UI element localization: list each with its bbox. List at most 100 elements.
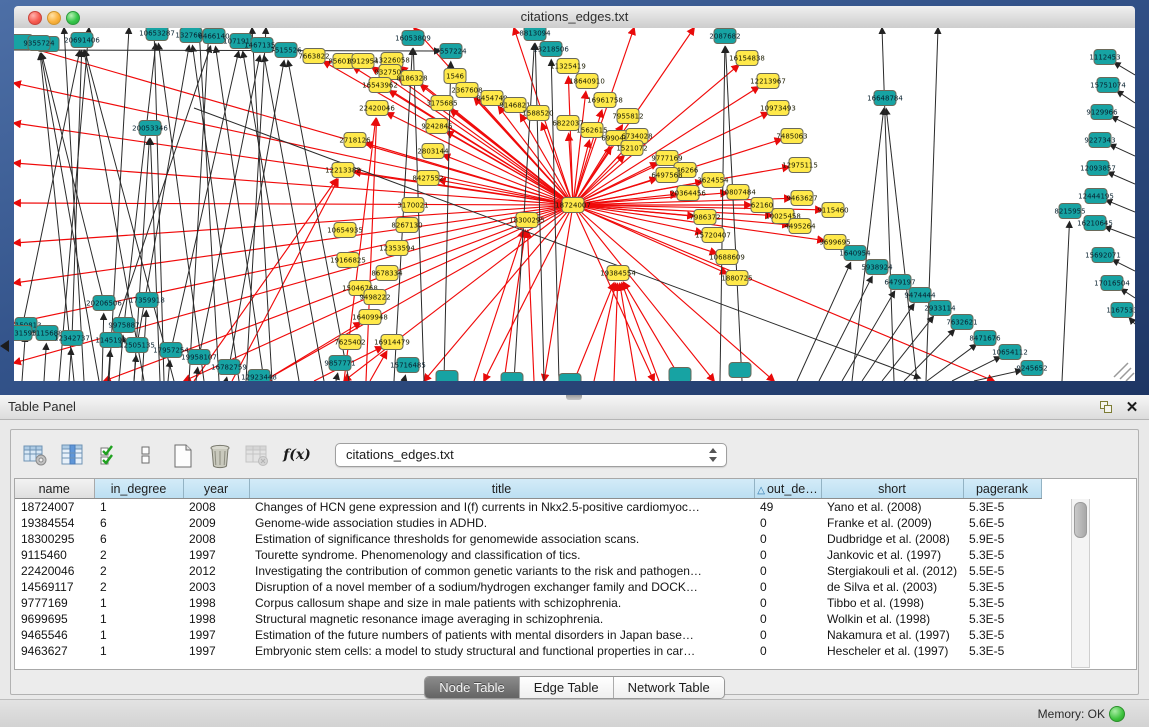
column-header-name[interactable]: name: [15, 479, 94, 499]
clear-selection-button[interactable]: [132, 442, 160, 468]
new-table-button[interactable]: [169, 442, 197, 468]
table-row[interactable]: 977716911998Corpus callosum shape and si…: [15, 595, 1041, 611]
graph-node[interactable]: 13218506: [533, 42, 569, 57]
column-header-year[interactable]: year: [183, 479, 249, 499]
graph-node[interactable]: 16154838: [729, 51, 765, 66]
graph-node[interactable]: 8215955: [1054, 204, 1085, 219]
graph-node[interactable]: 20364456: [670, 186, 706, 201]
memory-status-label[interactable]: Memory: OK: [1038, 707, 1105, 721]
table-vertical-scrollbar[interactable]: [1071, 499, 1090, 668]
graph-node[interactable]: 10688609: [709, 250, 745, 265]
graph-node[interactable]: 16961758: [587, 93, 623, 108]
function-builder-button[interactable]: f(x): [280, 442, 314, 468]
graph-node[interactable]: 9129966: [1086, 105, 1118, 120]
table-selector-dropdown[interactable]: citations_edges.txt: [335, 443, 727, 467]
table-settings-button[interactable]: [21, 442, 49, 468]
graph-node[interactable]: 3175685: [426, 96, 457, 111]
graph-node[interactable]: 6497568: [651, 168, 682, 183]
delete-column-button[interactable]: [243, 442, 271, 468]
graph-node[interactable]: 1588520: [522, 106, 553, 121]
graph-node[interactable]: 7625402: [334, 335, 365, 350]
graph-node[interactable]: 12213967: [750, 74, 786, 89]
resize-grip-icon[interactable]: [1114, 363, 1134, 381]
graph-node[interactable]: 19384554: [600, 266, 636, 281]
table-row[interactable]: 1938455462009Genome-wide association stu…: [15, 515, 1041, 531]
graph-node[interactable]: 12975115: [782, 158, 818, 173]
graph-node[interactable]: 8471676: [969, 331, 1001, 346]
graph-node[interactable]: 6822037: [552, 116, 583, 131]
graph-node[interactable]: [559, 374, 581, 382]
graph-node[interactable]: 16210645: [1077, 216, 1113, 231]
graph-node[interactable]: 9245652: [1016, 361, 1047, 376]
graph-node[interactable]: 7515526: [270, 43, 302, 58]
graph-node[interactable]: 9498222: [359, 290, 390, 305]
graph-node[interactable]: 9463627: [786, 191, 817, 206]
network-graph-canvas[interactable]: 9355724206914061065328713276026466140107…: [14, 28, 1135, 381]
close-panel-button[interactable]: ✕: [1123, 398, 1141, 416]
panel-collapse-arrow-icon[interactable]: [0, 340, 9, 352]
graph-node[interactable]: [669, 368, 691, 382]
graph-node[interactable]: 1546: [444, 69, 466, 84]
table-row[interactable]: 1456911722003Disruption of a novel membe…: [15, 579, 1041, 595]
graph-node[interactable]: 17016504: [1094, 276, 1130, 291]
graph-node[interactable]: 15720407: [695, 228, 731, 243]
column-header-title[interactable]: title: [249, 479, 754, 499]
graph-node[interactable]: 10807484: [720, 185, 756, 200]
graph-node[interactable]: 2803144: [417, 144, 449, 159]
graph-node[interactable]: 1880725: [721, 271, 752, 286]
tab-node-table[interactable]: Node Table: [425, 677, 520, 698]
graph-node[interactable]: 16914479: [374, 335, 410, 350]
graph-node[interactable]: 7986372: [689, 210, 720, 225]
graph-node[interactable]: 22420046: [359, 101, 395, 116]
tab-network-table[interactable]: Network Table: [614, 677, 724, 698]
column-visibility-button[interactable]: [58, 442, 86, 468]
graph-node[interactable]: 3624554: [697, 173, 729, 188]
graph-node[interactable]: 1640954: [839, 246, 871, 261]
graph-node[interactable]: 8427552: [412, 171, 443, 186]
graph-node[interactable]: 2933114: [924, 301, 956, 316]
graph-node[interactable]: 16648784: [867, 91, 903, 106]
graph-node[interactable]: 16782759: [211, 360, 247, 375]
graph-node[interactable]: 9242845: [421, 119, 452, 134]
table-row[interactable]: 969969511998Structural magnetic resonanc…: [15, 611, 1041, 627]
graph-node[interactable]: 7663822: [298, 49, 329, 64]
graph-node[interactable]: [501, 373, 523, 382]
graph-node[interactable]: 62160: [751, 198, 773, 213]
select-rows-button[interactable]: [95, 442, 123, 468]
graph-node[interactable]: 4495264: [784, 219, 816, 234]
table-row[interactable]: 946554611997Estimation of the future num…: [15, 627, 1041, 643]
column-header-pagerank[interactable]: pagerank: [963, 479, 1041, 499]
graph-node[interactable]: 7485063: [776, 129, 807, 144]
graph-node[interactable]: 3170021: [397, 198, 428, 213]
graph-node[interactable]: 5938924: [861, 260, 893, 275]
graph-node[interactable]: 1167533: [1106, 303, 1135, 318]
graph-node[interactable]: 10654112: [992, 345, 1028, 360]
graph-node[interactable]: [729, 363, 751, 378]
graph-node[interactable]: 1112453: [1089, 50, 1120, 65]
graph-node[interactable]: 20053346: [132, 121, 168, 136]
window-titlebar[interactable]: citations_edges.txt: [14, 6, 1135, 29]
graph-node[interactable]: 17359918: [129, 293, 165, 308]
graph-node[interactable]: 10973493: [760, 101, 796, 116]
graph-node[interactable]: 8186328: [396, 71, 427, 86]
graph-node[interactable]: 7632621: [946, 315, 977, 330]
graph-node[interactable]: [436, 371, 458, 382]
graph-node[interactable]: 15692071: [1085, 248, 1121, 263]
graph-node[interactable]: 20206506: [86, 296, 122, 311]
graph-node[interactable]: 8813094: [519, 28, 551, 41]
table-row[interactable]: 1872400712008Changes of HCN gene express…: [15, 499, 1041, 516]
column-header-in_degree[interactable]: in_degree: [94, 479, 183, 499]
graph-node[interactable]: 16053809: [395, 31, 431, 46]
graph-node[interactable]: 9115460: [817, 203, 848, 218]
graph-node[interactable]: 12353594: [379, 241, 415, 256]
column-header-short[interactable]: short: [821, 479, 963, 499]
splitter-handle[interactable]: [566, 395, 582, 400]
table-row[interactable]: 911546021997Tourette syndrome. Phenomeno…: [15, 547, 1041, 563]
graph-node[interactable]: 1521072: [616, 141, 647, 156]
table-row[interactable]: 946362711997Embryonic stem cells: a mode…: [15, 643, 1041, 659]
graph-node[interactable]: 9857771: [324, 356, 355, 371]
graph-node[interactable]: 7955812: [612, 109, 643, 124]
column-header-out_de[interactable]: △out_de…: [754, 479, 821, 499]
graph-node[interactable]: 7557224: [435, 44, 467, 59]
delete-table-button[interactable]: [206, 442, 234, 468]
